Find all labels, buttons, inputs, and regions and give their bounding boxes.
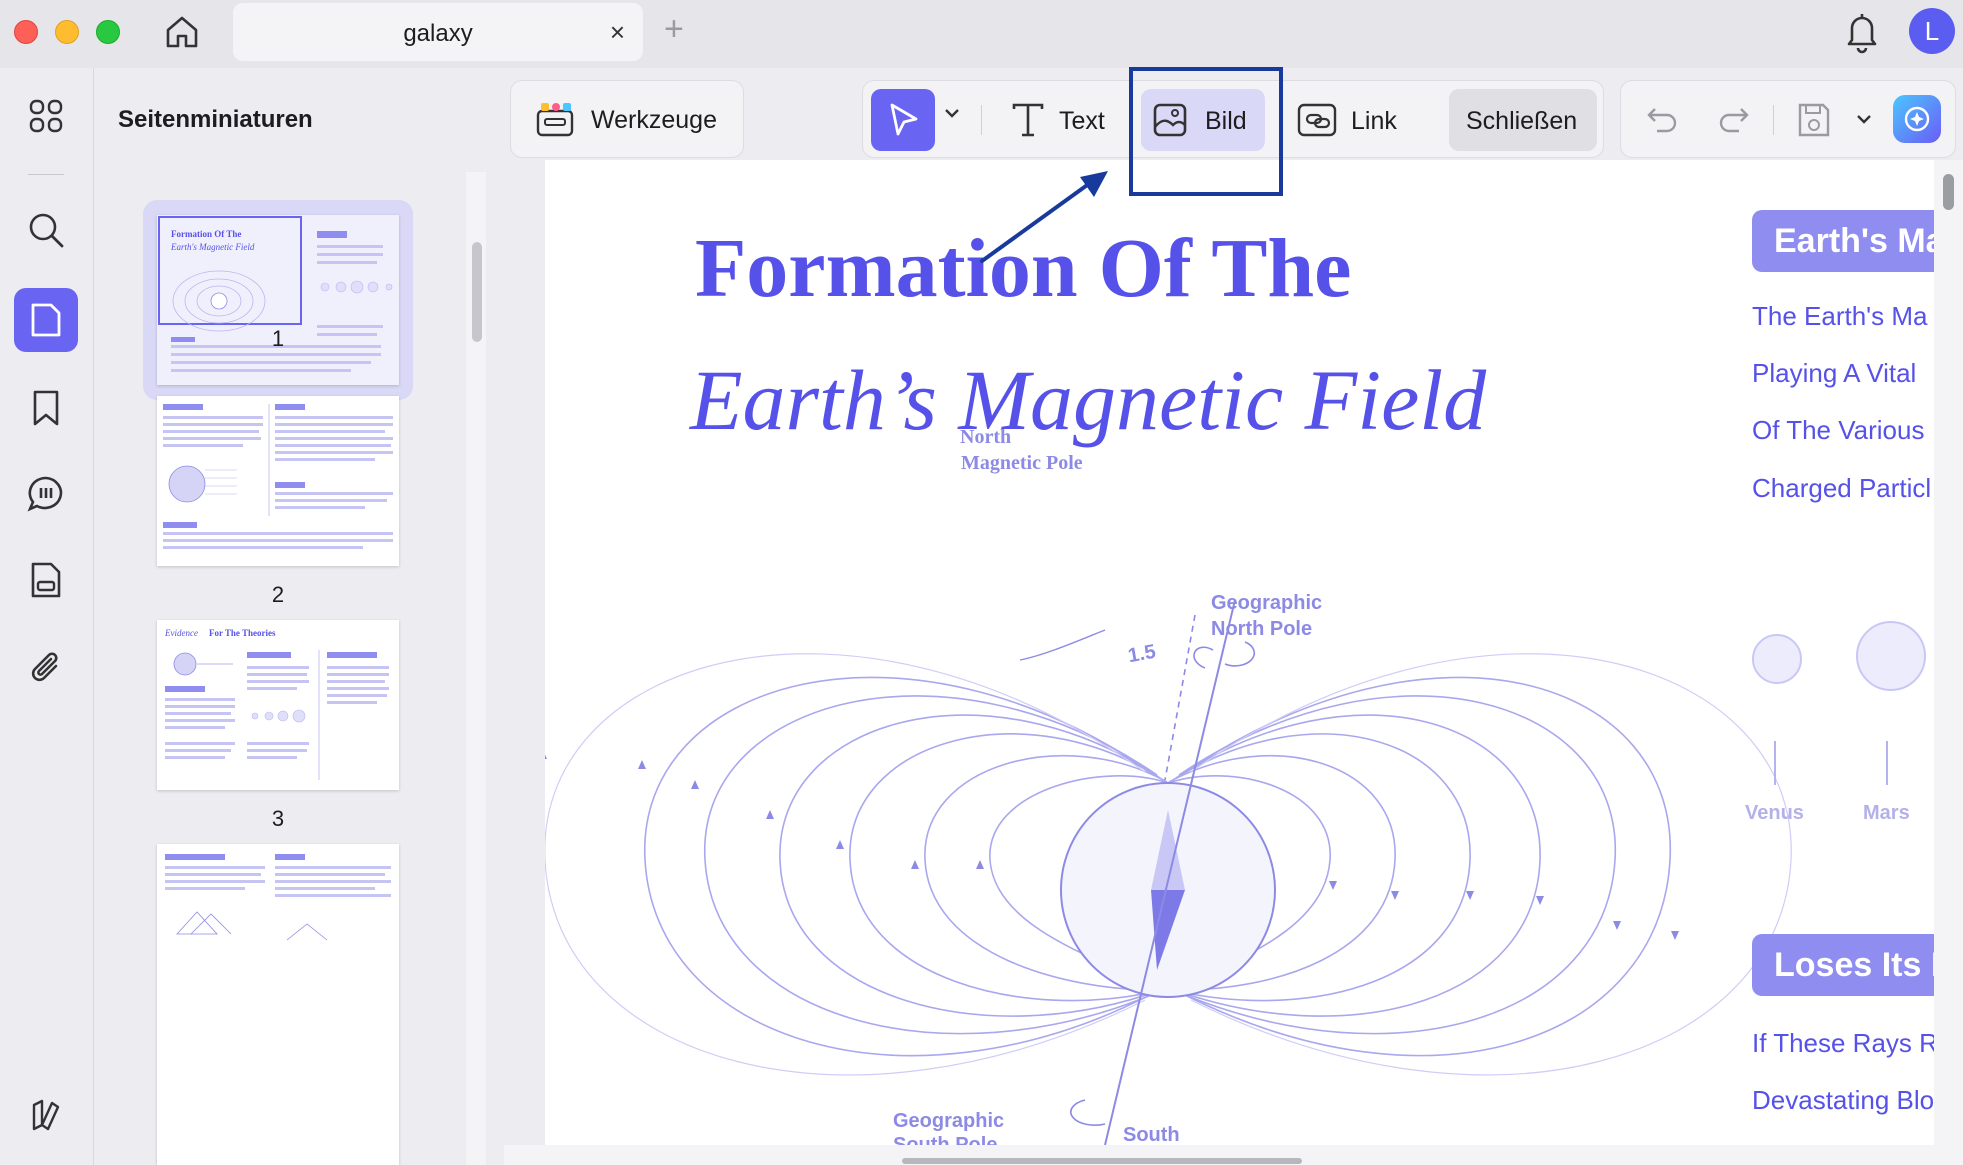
close-window-button[interactable] xyxy=(14,20,38,44)
history-divider xyxy=(1773,105,1774,135)
thumbnail-page-4[interactable] xyxy=(157,844,399,1165)
rail-divider xyxy=(28,174,64,175)
tab-close-icon[interactable]: × xyxy=(610,19,625,45)
cursor-icon xyxy=(890,103,918,136)
close-edit-label: Schließen xyxy=(1466,107,1578,135)
chevron-down-icon[interactable] xyxy=(943,107,961,119)
tools-label: Werkzeuge xyxy=(591,106,717,134)
section-badge-2: Loses Its M xyxy=(1752,934,1934,996)
planet-venus xyxy=(1752,634,1802,684)
close-edit-button[interactable]: Schließen xyxy=(1449,89,1597,151)
side-text-line-5: If These Rays R xyxy=(1752,1028,1934,1058)
angle-label: 1.5 xyxy=(1126,640,1158,668)
thumbnails-panel: Seitenminiaturen Formation Of The Earth'… xyxy=(95,68,495,1165)
planet-venus-stem xyxy=(1774,741,1776,785)
grid-icon[interactable] xyxy=(14,84,78,148)
add-link-button[interactable]: Link xyxy=(1289,89,1429,151)
thumbnail-page-2[interactable] xyxy=(157,396,399,566)
save-options-chevron-icon[interactable] xyxy=(1855,113,1873,125)
geographic-north-label-1: Geographic xyxy=(1211,592,1323,614)
home-icon[interactable] xyxy=(160,10,204,54)
side-text-line-6: Devastating Blo xyxy=(1752,1085,1934,1115)
thumbnails-scrollbar[interactable] xyxy=(466,172,486,1165)
thumbnails-scrollbar-thumb[interactable] xyxy=(472,242,482,342)
side-text-line-4: Charged Particl xyxy=(1752,473,1932,503)
ai-assistant-button[interactable] xyxy=(1893,95,1941,143)
highlight-box xyxy=(1129,67,1283,196)
planet-mars-stem xyxy=(1886,741,1888,785)
undo-icon[interactable] xyxy=(1645,105,1679,135)
horizontal-scrollbar[interactable] xyxy=(504,1145,1963,1165)
document-page: Formation Of The Earth’s Magnetic Field xyxy=(545,160,1934,1145)
comment-icon[interactable] xyxy=(14,462,78,526)
layers-icon[interactable] xyxy=(14,1083,78,1147)
planet-label-mars: Mars xyxy=(1863,802,1910,824)
thumbnail-3-title-line1: Evidence xyxy=(164,628,198,638)
toolbar-divider xyxy=(981,105,982,135)
geographic-north-label-2: North Pole xyxy=(1211,618,1313,640)
minimize-window-button[interactable] xyxy=(55,20,79,44)
document-tab[interactable]: galaxy × xyxy=(233,3,643,61)
pointer-arrow-icon xyxy=(980,171,1108,263)
attachment-icon[interactable] xyxy=(14,636,78,700)
ai-icon xyxy=(1904,106,1930,132)
text-icon xyxy=(1012,103,1044,137)
planet-label-venus: Venus xyxy=(1745,802,1804,824)
section-badge-1: Earth's Ma xyxy=(1752,210,1934,272)
horizontal-scrollbar-thumb[interactable] xyxy=(902,1158,1302,1164)
geographic-south-label-2: South Pole xyxy=(893,1134,998,1145)
side-text-line-3: Of The Various xyxy=(1752,415,1925,445)
thumbnail-number-3: 3 xyxy=(271,806,285,831)
magnetic-field-diagram xyxy=(545,599,1799,1145)
side-text-line-1: The Earth's Ma xyxy=(1752,301,1928,331)
left-rail xyxy=(0,68,94,1165)
north-magnetic-label-1: North xyxy=(960,426,1012,448)
tab-title: galaxy xyxy=(403,20,473,47)
title-bar: galaxy × + L xyxy=(0,0,1963,68)
thumbnail-page-1[interactable]: Formation Of The Earth's Magnetic Field xyxy=(157,215,399,385)
history-toolbar xyxy=(1620,80,1956,158)
zoom-window-button[interactable] xyxy=(96,20,120,44)
avatar[interactable]: L xyxy=(1909,8,1955,54)
text-label: Text xyxy=(1059,107,1105,135)
page-icon[interactable] xyxy=(14,288,78,352)
geographic-south-label-1: Geographic xyxy=(893,1110,1005,1132)
bookmark-icon[interactable] xyxy=(14,376,78,440)
tools-button[interactable]: Werkzeuge xyxy=(510,80,744,158)
link-label: Link xyxy=(1351,107,1397,135)
link-icon xyxy=(1297,103,1337,137)
document-scrollbar-thumb[interactable] xyxy=(1943,174,1954,210)
thumbnail-number-1: 1 xyxy=(271,326,285,351)
save-icon[interactable] xyxy=(1797,101,1831,139)
thumbnail-3-title-line2: For The Theories xyxy=(209,628,276,638)
thumbnail-1-title-line1: Formation Of The xyxy=(171,229,241,239)
search-icon[interactable] xyxy=(14,198,78,262)
thumbnail-1-title-line2: Earth's Magnetic Field xyxy=(170,242,255,252)
select-tool-button[interactable] xyxy=(871,89,935,151)
thumbnail-page-3[interactable]: Evidence For The Theories xyxy=(157,620,399,790)
redo-icon[interactable] xyxy=(1717,105,1751,135)
thumbnail-number-2: 2 xyxy=(271,582,285,607)
planet-mars xyxy=(1856,621,1926,691)
form-icon[interactable] xyxy=(14,548,78,612)
add-text-button[interactable]: Text xyxy=(1003,89,1133,151)
thumbnails-title: Seitenminiaturen xyxy=(118,106,313,133)
document-scrollbar[interactable] xyxy=(1934,160,1963,1145)
new-tab-button[interactable]: + xyxy=(664,12,684,46)
side-text-line-2: Playing A Vital xyxy=(1752,358,1917,388)
north-magnetic-label-2: Magnetic Pole xyxy=(961,452,1083,474)
south-label: South xyxy=(1123,1124,1180,1145)
toolbox-icon xyxy=(536,103,574,137)
bell-icon[interactable] xyxy=(1842,10,1882,54)
